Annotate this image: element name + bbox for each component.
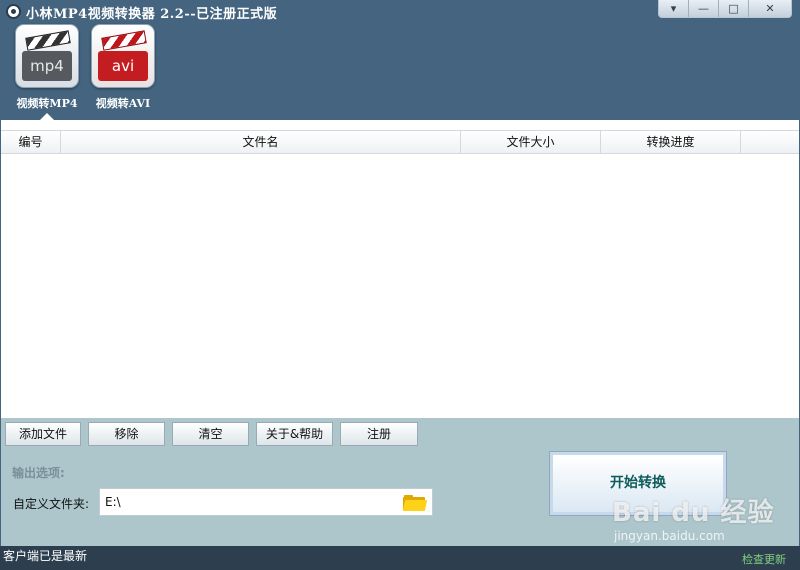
list-top-gap: [1, 120, 799, 130]
minimize-button[interactable]: —: [689, 0, 719, 17]
watermark-logo: Bai du 经验: [612, 498, 775, 528]
tool-video-to-avi[interactable]: avi 视频转AVI: [90, 24, 156, 111]
baidu-watermark: Bai du 经验 jingyan.baidu.com: [612, 492, 775, 543]
clapperboard-top: [101, 30, 147, 51]
about-help-button[interactable]: 关于&帮助: [256, 422, 333, 446]
tool-label-mp4: 视频转MP4: [16, 97, 78, 110]
column-header-progress[interactable]: 转换进度: [601, 131, 741, 154]
header: 小林MP4视频转换器 2.2--已注册正式版 ▾ — □ ✕ mp4 视频转MP…: [0, 0, 800, 120]
maximize-button[interactable]: □: [719, 0, 749, 17]
column-header-filler: [741, 131, 799, 154]
column-header-id[interactable]: 编号: [1, 131, 61, 154]
menu-dropdown-button[interactable]: ▾: [659, 0, 689, 17]
clapperboard-top: [25, 30, 71, 51]
register-button[interactable]: 注册: [340, 422, 418, 446]
avi-clapper-icon: avi: [91, 24, 155, 88]
file-list-body[interactable]: [1, 154, 799, 418]
window-controls: ▾ — □ ✕: [658, 0, 792, 18]
close-button[interactable]: ✕: [749, 0, 791, 17]
remove-button[interactable]: 移除: [88, 422, 165, 446]
mp4-clapper-icon: mp4: [15, 24, 79, 88]
clear-button[interactable]: 清空: [172, 422, 249, 446]
avi-badge: avi: [98, 51, 148, 81]
check-update-link[interactable]: 检查更新: [742, 551, 786, 567]
output-options-heading: 输出选项:: [12, 466, 65, 480]
tool-label-avi: 视频转AVI: [95, 97, 151, 110]
add-file-button[interactable]: 添加文件: [5, 422, 81, 446]
status-bar: [0, 546, 800, 570]
column-header-filesize[interactable]: 文件大小: [461, 131, 601, 154]
mp4-badge: mp4: [22, 51, 72, 81]
tool-video-to-mp4[interactable]: mp4 视频转MP4: [14, 24, 80, 111]
output-folder-value: E:\: [105, 495, 121, 509]
status-text: 客户端已是最新: [3, 549, 88, 563]
folder-icon[interactable]: [402, 495, 428, 511]
column-header-filename[interactable]: 文件名: [61, 131, 461, 154]
window-title: 小林MP4视频转换器 2.2--已注册正式版: [26, 7, 278, 22]
app-logo-icon: [6, 4, 21, 19]
file-list-header: 编号 文件名 文件大小 转换进度: [1, 130, 799, 154]
custom-folder-label: 自定义文件夹:: [13, 497, 90, 511]
selected-tab-pointer: [40, 113, 54, 120]
watermark-url: jingyan.baidu.com: [614, 529, 725, 543]
output-folder-field[interactable]: E:\: [99, 488, 433, 516]
